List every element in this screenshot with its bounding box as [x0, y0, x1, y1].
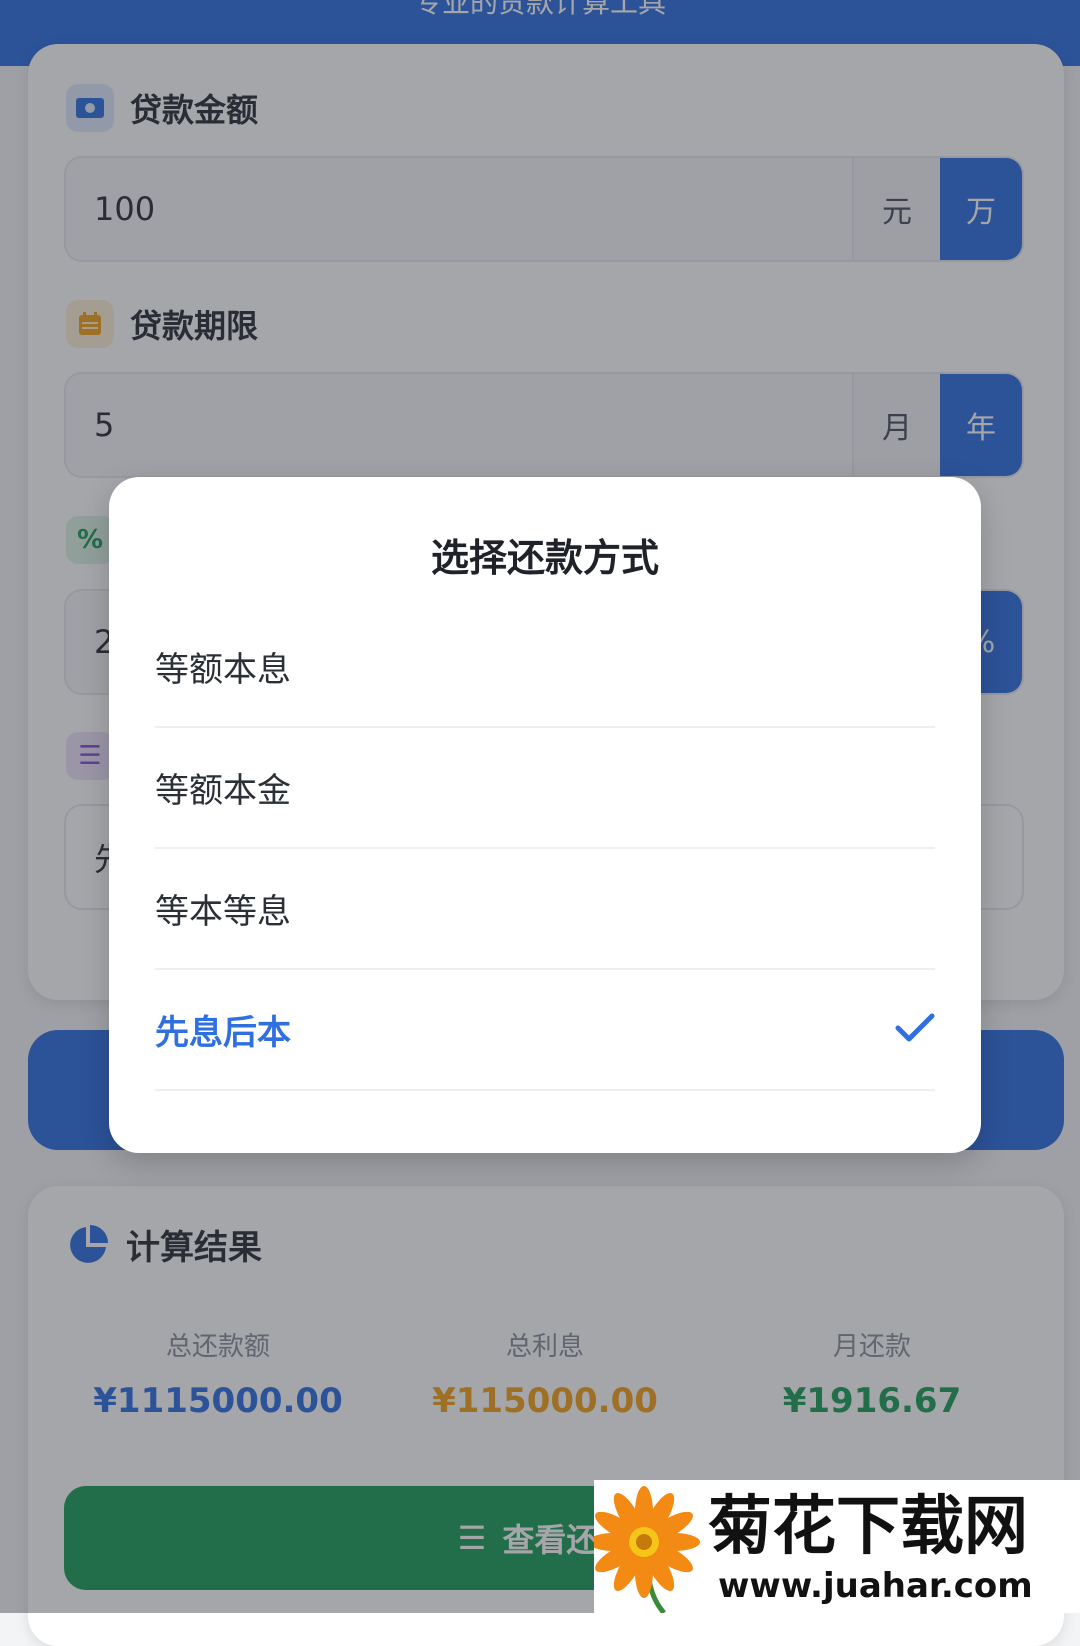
watermark-url: www.juahar.com — [718, 1565, 1033, 1606]
option-equal-principal-interest[interactable]: 等本等息 — [155, 849, 935, 970]
watermark-name: 菊花下载网 — [708, 1489, 1028, 1564]
option-interest-first[interactable]: 先息后本 — [155, 970, 935, 1091]
watermark-logo: 菊花下载网 www.juahar.com — [594, 1480, 1080, 1613]
check-icon — [895, 1013, 935, 1047]
watermark-text: 菊花下载网 www.juahar.com — [708, 1488, 1033, 1606]
option-label: 先息后本 — [155, 1013, 291, 1053]
option-label: 等额本金 — [155, 771, 291, 811]
dialog-title: 选择还款方式 — [430, 536, 659, 580]
flower-logo — [594, 1486, 700, 1613]
option-equal-installment[interactable]: 等额本息 — [155, 607, 935, 728]
option-equal-principal[interactable]: 等额本金 — [155, 728, 935, 849]
repayment-method-dialog: 选择还款方式 等额本息 等额本金 等本等息 先息后本 — [109, 477, 981, 1153]
option-label: 等额本息 — [155, 650, 291, 690]
option-label: 等本等息 — [155, 892, 291, 932]
